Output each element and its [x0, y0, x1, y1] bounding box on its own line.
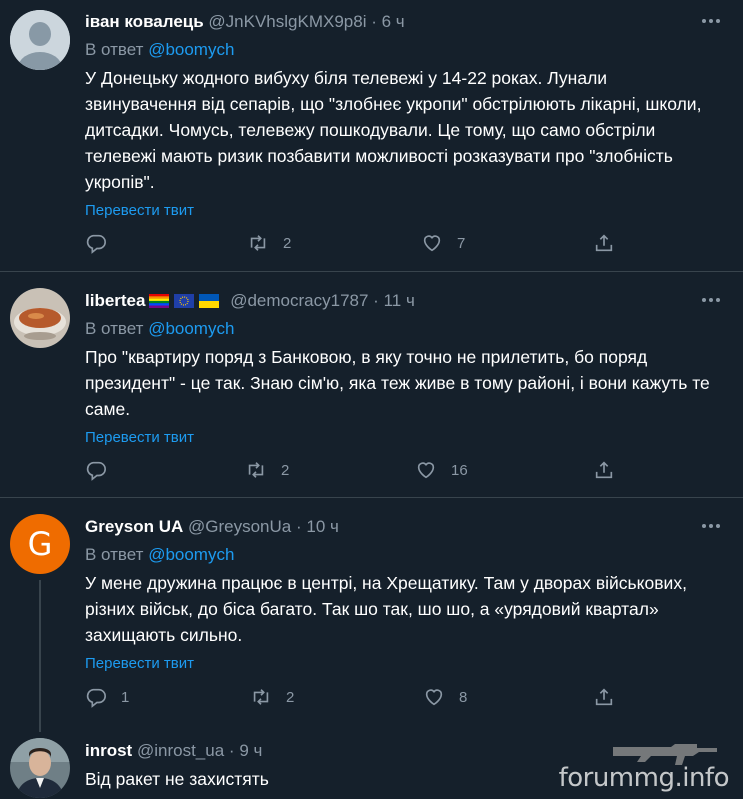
more-icon[interactable] [701, 516, 721, 536]
share-button[interactable] [593, 457, 615, 483]
like-count: 16 [451, 461, 468, 479]
share-icon [595, 688, 613, 706]
tweet-text: Про "квартиру поряд з Банковою, в яку то… [85, 347, 710, 419]
reply-context: В ответ @boomych [85, 39, 723, 61]
separator-dot: · [295, 517, 302, 536]
display-name[interactable]: libertea [85, 291, 145, 310]
reply-icon [86, 234, 106, 254]
avatar[interactable] [10, 288, 70, 348]
separator-dot: · [371, 12, 377, 31]
tweet-header: іван ковалець @JnKVhslgKMX9p8i · 6 ч [85, 11, 723, 33]
tweet-3[interactable]: G Greyson UA @GreysonUa · 10 ч В ответ @… [0, 498, 743, 732]
reply-button[interactable] [85, 230, 121, 256]
reply-button[interactable] [85, 457, 121, 483]
more-icon[interactable] [701, 290, 721, 310]
soup-bowl-icon [10, 288, 70, 348]
reply-count: 1 [121, 688, 130, 706]
share-icon [595, 461, 613, 479]
tweet-text: У мене дружина працює в центрі, на Хреща… [85, 573, 687, 645]
more-icon[interactable] [701, 11, 721, 31]
display-name[interactable]: Greyson UA [85, 517, 183, 536]
avatar[interactable]: G [10, 514, 70, 574]
translate-link[interactable]: Перевести твит [85, 428, 723, 448]
retweet-button[interactable]: 2 [250, 684, 294, 710]
watermark: forummg.info [558, 763, 730, 793]
share-button[interactable] [593, 684, 615, 710]
name-emoji-flags [149, 294, 220, 308]
like-count: 8 [459, 688, 468, 706]
avatar[interactable] [10, 738, 70, 798]
reply-label: В ответ [85, 545, 144, 564]
retweet-icon [250, 235, 266, 251]
thread-connector [39, 580, 41, 732]
share-icon [595, 234, 613, 252]
retweet-button[interactable]: 2 [245, 457, 289, 483]
reply-icon [86, 461, 106, 481]
user-handle[interactable]: @JnKVhslgKMX9p8i [208, 12, 366, 31]
display-name[interactable]: іван ковалець [85, 12, 204, 31]
retweet-button[interactable]: 2 [247, 230, 291, 256]
retweet-icon [253, 689, 269, 705]
like-button[interactable]: 7 [421, 230, 465, 256]
like-icon [425, 689, 443, 706]
separator-dot: · [373, 291, 379, 310]
like-button[interactable]: 8 [423, 684, 467, 710]
tweet-text: У Донецьку жодного вибуху біля телевежі … [85, 68, 702, 192]
tweet-header: Greyson UA @GreysonUa · 10 ч [85, 516, 723, 538]
reply-context: В ответ @boomych [85, 544, 723, 566]
tweet-time[interactable]: 11 ч [384, 291, 415, 310]
like-button[interactable]: 16 [415, 457, 468, 483]
display-name[interactable]: inrost [85, 741, 132, 760]
avatar-letter: G [27, 525, 53, 563]
reply-button[interactable]: 1 [85, 684, 129, 710]
reply-context: В ответ @boomych [85, 318, 723, 340]
translate-link[interactable]: Перевести твит [85, 201, 723, 221]
person-photo-icon [10, 738, 70, 798]
tweet-time[interactable]: 10 ч [306, 517, 339, 536]
avatar[interactable] [10, 10, 70, 70]
mention-link[interactable]: @boomych [148, 545, 234, 564]
user-handle[interactable]: @democracy1787 [230, 291, 368, 310]
reply-label: В ответ [85, 40, 144, 59]
ukraine-flag-icon [199, 294, 220, 308]
like-icon [417, 462, 435, 479]
retweet-count: 2 [281, 461, 290, 479]
tweet-time[interactable]: 6 ч [382, 12, 405, 31]
rainbow-flag-icon [149, 294, 170, 308]
share-button[interactable] [593, 230, 615, 256]
retweet-count: 2 [286, 688, 295, 706]
user-handle[interactable]: @inrost_ua [137, 741, 224, 760]
reply-label: В ответ [85, 319, 144, 338]
mention-link[interactable]: @boomych [148, 319, 234, 338]
tweet-header: libertea @democracy1787 · 11 ч [85, 290, 723, 312]
user-handle[interactable]: @GreysonUa [188, 517, 291, 536]
mention-link[interactable]: @boomych [148, 40, 234, 59]
reply-icon [86, 688, 106, 708]
default-avatar-icon [10, 10, 70, 70]
tweet-2[interactable]: libertea @democracy1787 · 11 ч В ответ @… [0, 272, 743, 498]
retweet-icon [248, 462, 264, 478]
tweet-time[interactable]: 9 ч [239, 741, 262, 760]
tweet-1[interactable]: іван ковалець @JnKVhslgKMX9p8i · 6 ч В о… [0, 0, 743, 272]
separator-dot: · [228, 741, 235, 760]
eu-flag-icon [174, 294, 195, 308]
like-count: 7 [457, 234, 466, 252]
like-icon [423, 235, 441, 252]
translate-link[interactable]: Перевести твит [85, 654, 723, 674]
retweet-count: 2 [283, 234, 292, 252]
